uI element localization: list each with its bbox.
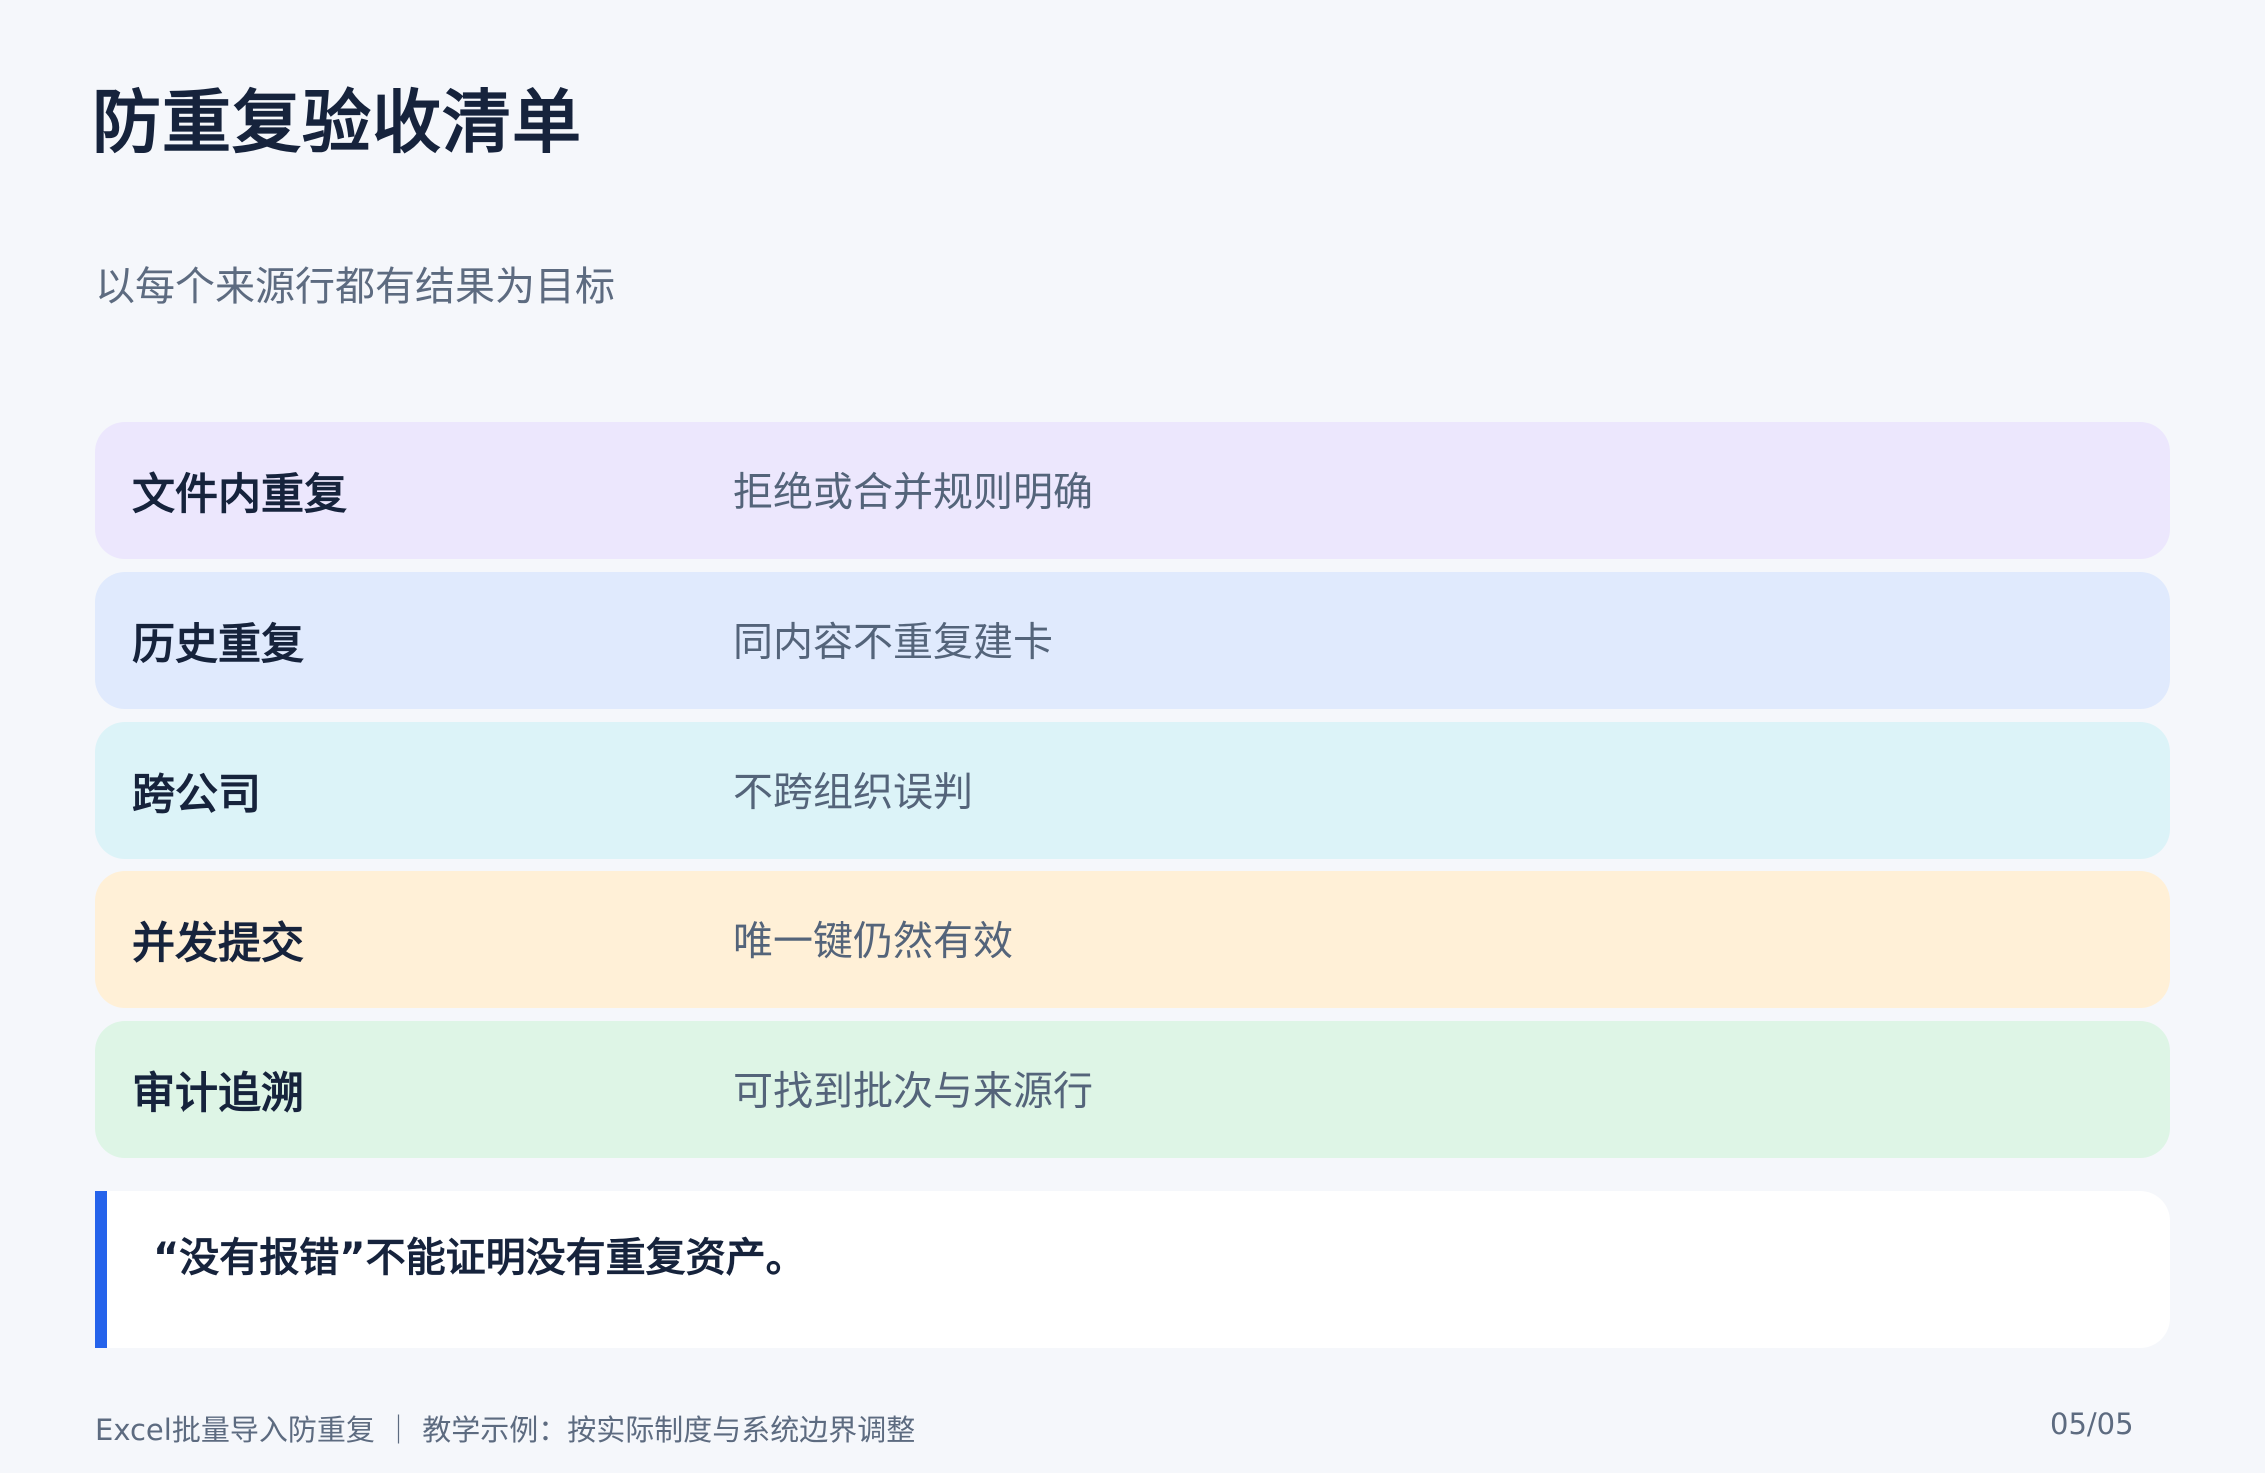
callout-note: “没有报错”不能证明没有重复资产。 [95, 1191, 2170, 1348]
checklist-item-label: 跨公司 [132, 769, 261, 820]
checklist-row: 并发提交 唯一键仍然有效 [95, 871, 2170, 1008]
checklist-item-value: 可找到批次与来源行 [733, 1068, 1093, 1115]
checklist-item-label: 并发提交 [132, 918, 304, 969]
page-subtitle: 以每个来源行都有结果为目标 [95, 264, 615, 310]
checklist-item-label: 文件内重复 [132, 469, 347, 520]
page-title: 防重复验收清单 [92, 83, 582, 163]
checklist-item-value: 拒绝或合并规则明确 [733, 469, 1093, 516]
checklist-item-value: 唯一键仍然有效 [733, 918, 1013, 965]
checklist-item-label: 历史重复 [132, 619, 304, 670]
checklist-row: 跨公司 不跨组织误判 [95, 722, 2170, 859]
page-number: 05/05 [2050, 1407, 2134, 1441]
checklist-item-label: 审计追溯 [132, 1068, 304, 1119]
checklist-row: 历史重复 同内容不重复建卡 [95, 572, 2170, 709]
callout-accent-bar [95, 1191, 107, 1348]
checklist-row: 审计追溯 可找到批次与来源行 [95, 1021, 2170, 1158]
callout-text: “没有报错”不能证明没有重复资产。 [153, 1235, 806, 1281]
checklist-item-value: 不跨组织误判 [733, 769, 973, 816]
checklist-item-value: 同内容不重复建卡 [733, 619, 1053, 666]
footer-caption: Excel批量导入防重复 ｜ 教学示例：按实际制度与系统边界调整 [95, 1413, 916, 1447]
checklist-row: 文件内重复 拒绝或合并规则明确 [95, 422, 2170, 559]
